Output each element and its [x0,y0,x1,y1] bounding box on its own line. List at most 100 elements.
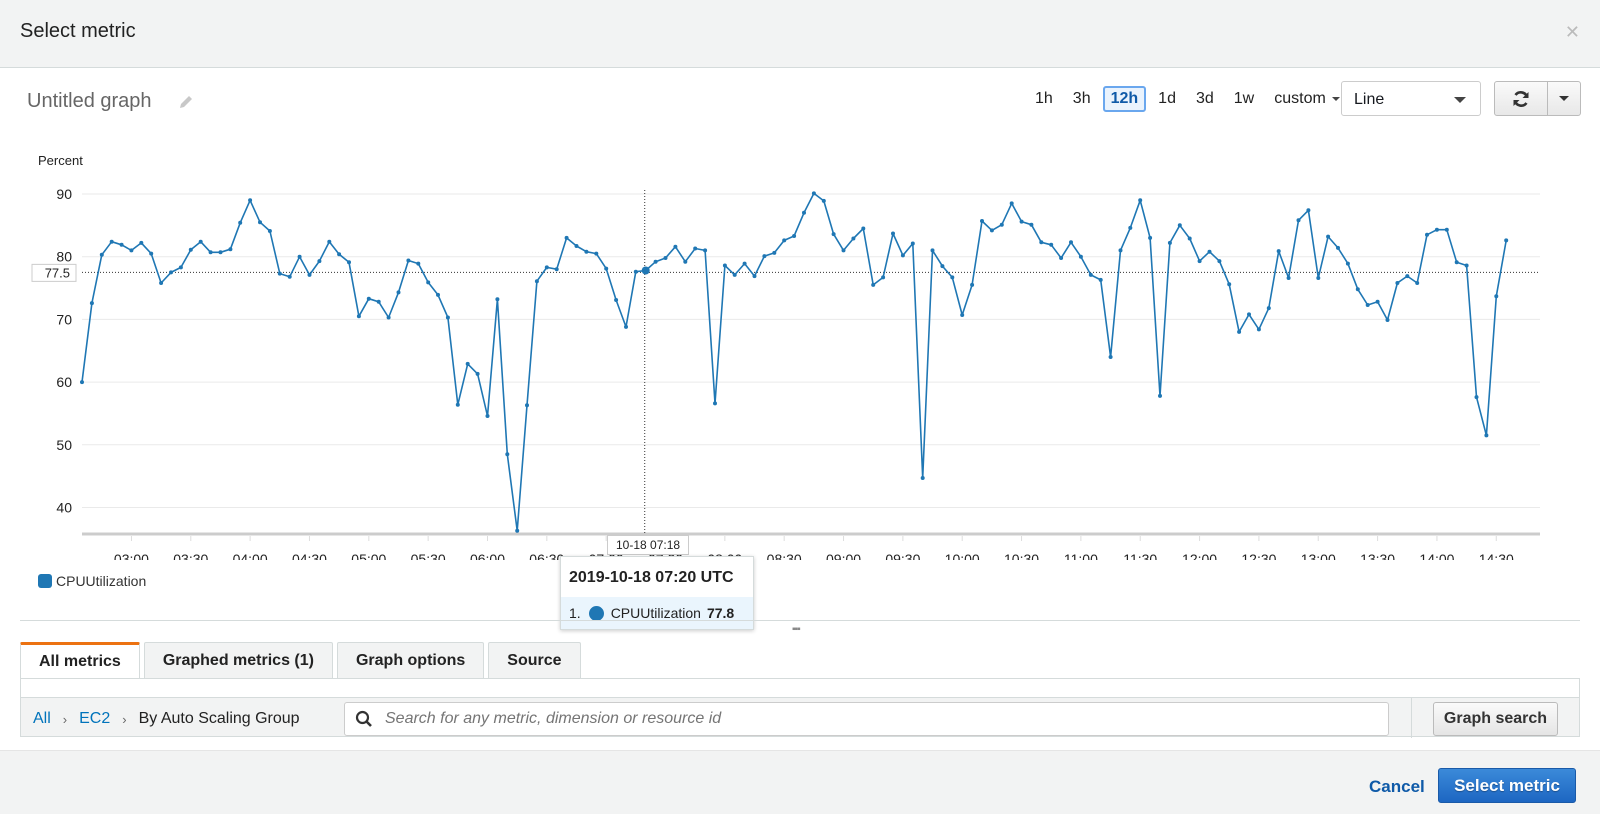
breadcrumb-all[interactable]: All [33,710,51,728]
data-point[interactable] [465,361,470,366]
data-point[interactable] [495,297,500,302]
data-point[interactable] [297,254,302,259]
data-point[interactable] [99,252,104,257]
data-point[interactable] [376,299,381,304]
data-point[interactable] [1434,227,1439,232]
data-point[interactable] [317,259,322,264]
data-point[interactable] [1217,259,1222,264]
data-point[interactable] [1365,303,1370,307]
data-point[interactable] [426,280,431,285]
data-point[interactable] [228,247,233,252]
data-point[interactable] [762,254,767,259]
data-point[interactable] [861,226,866,231]
data-point[interactable] [258,220,262,225]
data-point[interactable] [218,250,223,255]
data-point[interactable] [614,298,619,302]
breadcrumb-ec2[interactable]: EC2 [79,710,110,728]
data-point[interactable] [198,239,203,244]
data-point[interactable] [693,246,698,251]
data-point[interactable] [267,229,272,233]
data-point[interactable] [960,313,965,317]
data-point[interactable] [1207,249,1212,254]
data-point[interactable] [337,252,342,257]
data-point[interactable] [515,528,520,533]
data-point[interactable] [831,232,836,237]
data-point[interactable] [119,242,124,247]
data-point[interactable] [1256,327,1261,332]
data-point[interactable] [475,371,480,376]
data-point[interactable] [1266,306,1271,311]
data-point[interactable] [554,267,559,272]
data-point[interactable] [950,275,955,280]
data-point[interactable] [248,198,253,203]
cpu-utilization-chart[interactable]: Percent 40 50 60 70 80 90 77.5 03:00 03:30 04:0… [0,140,1600,560]
data-point[interactable] [416,261,421,266]
data-point[interactable] [564,235,569,240]
data-point[interactable] [188,247,193,252]
cancel-button[interactable]: Cancel [1369,777,1425,797]
range-custom-dropdown[interactable]: custom [1266,86,1348,112]
data-point[interactable] [505,452,510,457]
data-point[interactable] [574,244,579,248]
data-point[interactable] [594,251,599,256]
data-point[interactable] [811,191,816,196]
data-point[interactable] [1474,395,1479,400]
tab-graph-options[interactable]: Graph options [336,642,485,678]
data-point[interactable] [1306,208,1311,213]
data-point[interactable] [208,250,213,255]
data-point[interactable] [327,239,332,244]
data-point[interactable] [1375,299,1380,304]
data-point[interactable] [455,402,460,407]
tab-source[interactable]: Source [488,642,581,678]
data-point[interactable] [722,263,727,268]
data-point[interactable] [1039,240,1044,245]
data-point[interactable] [347,260,351,265]
data-point[interactable] [604,266,609,271]
data-point[interactable] [1316,276,1321,280]
close-icon[interactable]: ✕ [1565,22,1580,43]
data-point[interactable] [624,324,628,329]
data-point[interactable] [1415,281,1420,285]
range-1w[interactable]: 1w [1226,86,1262,112]
data-point[interactable] [752,274,757,279]
data-point[interactable] [1078,254,1083,259]
data-point[interactable] [1167,240,1172,245]
data-point[interactable] [891,231,895,236]
data-point[interactable] [782,238,787,243]
data-point[interactable] [821,198,826,203]
refresh-button[interactable] [1495,82,1548,115]
data-point[interactable] [287,274,292,279]
data-point[interactable] [238,220,243,225]
data-point[interactable] [366,296,371,301]
data-point[interactable] [544,265,549,270]
data-point[interactable] [633,269,638,274]
data-point[interactable] [1029,222,1034,227]
data-point[interactable] [1098,277,1103,282]
data-point[interactable] [356,314,361,319]
data-point[interactable] [1187,236,1192,241]
tab-graphed-metrics[interactable]: Graphed metrics (1) [143,642,333,678]
tab-all-metrics[interactable]: All metrics [20,642,140,679]
data-point[interactable] [1504,238,1509,243]
hovered-data-point[interactable] [641,266,650,275]
data-point[interactable] [1118,248,1123,253]
data-point[interactable] [386,315,391,320]
data-point[interactable] [584,249,589,254]
data-point[interactable] [1049,242,1054,247]
data-point[interactable] [1148,235,1153,240]
data-point[interactable] [792,234,797,238]
data-point[interactable] [139,240,144,245]
data-point[interactable] [1494,294,1499,299]
data-point[interactable] [1088,272,1093,277]
refresh-options-dropdown[interactable] [1548,82,1580,115]
data-point[interactable] [129,248,134,253]
data-point[interactable] [1336,245,1340,250]
data-point[interactable] [703,248,708,253]
data-point[interactable] [653,259,658,264]
data-point[interactable] [989,228,994,233]
range-12h[interactable]: 12h [1102,86,1147,112]
data-point[interactable] [89,301,94,306]
data-point[interactable] [396,290,401,295]
data-point[interactable] [1355,287,1360,292]
data-point[interactable] [1237,329,1242,334]
